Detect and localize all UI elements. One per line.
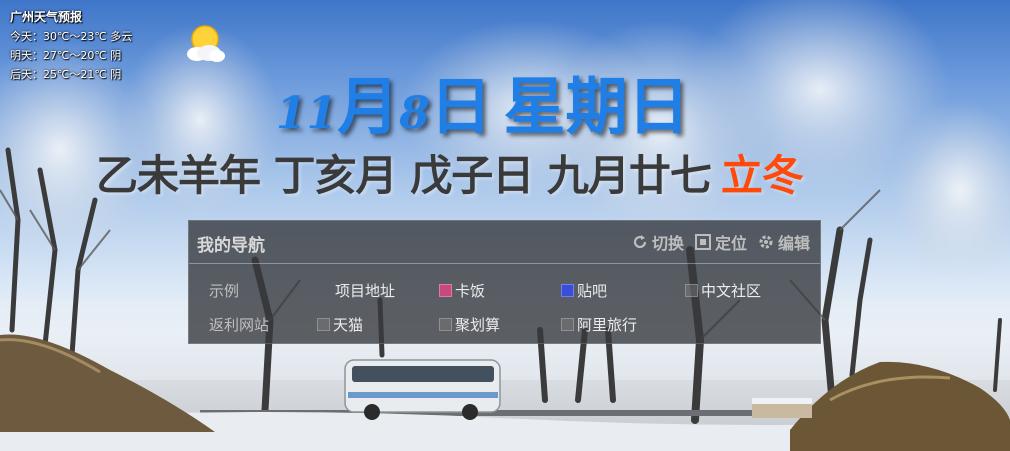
weather-widget: 广州天气预报 今天：30℃～23℃ 多云 明天：27℃～20℃ 阴 后天：25℃… (10, 8, 132, 84)
lunar-date: 乙未羊年 丁亥月 戊子日 九月廿七 立冬 (96, 142, 804, 203)
kafan-favicon-icon (439, 284, 452, 297)
gear-icon (757, 233, 775, 251)
link-community[interactable]: 中文社区 (685, 280, 761, 301)
juhuasuan-favicon-icon (439, 318, 452, 331)
link-juhuasuan[interactable]: 聚划算 (439, 314, 500, 335)
link-kafan[interactable]: 卡饭 (439, 280, 485, 301)
edit-button[interactable]: 编辑 (757, 230, 810, 254)
gregorian-date: 11月8日 星期日 (276, 56, 689, 143)
link-label: 贴吧 (577, 282, 608, 300)
solar-term: 立冬 (720, 151, 804, 200)
link-label: 卡饭 (455, 282, 486, 300)
community-favicon-icon (685, 284, 698, 297)
alitrip-favicon-icon (561, 318, 574, 331)
locate-label: 定位 (714, 234, 747, 253)
nav-toolbar: 切换 定位 编辑 (631, 230, 810, 254)
nav-row-examples: 示例 项目地址 卡饭 贴吧 中文社区 (189, 277, 820, 303)
day-number: 8 (399, 88, 430, 139)
tieba-favicon-icon (561, 284, 574, 297)
tmall-favicon-icon (317, 318, 330, 331)
link-label: 项目地址 (335, 282, 396, 300)
sun-cloud-icon (183, 22, 227, 64)
switch-label: 切换 (651, 234, 684, 253)
day-char: 日 (429, 70, 492, 143)
refresh-icon (631, 233, 649, 251)
weather-today: 今天：30℃～23℃ 多云 (10, 30, 133, 43)
lunar-date-text: 乙未羊年 丁亥月 戊子日 九月廿七 (96, 151, 712, 200)
nav-row-rebate: 返利网站 天猫 聚划算 阿里旅行 (189, 311, 820, 337)
my-navigation-panel: 我的导航 切换 定位 编辑 示例 项目地址 卡饭 贴吧 中文社区 返利网站 天猫… (188, 220, 821, 344)
locate-button[interactable]: 定位 (694, 230, 747, 254)
weather-city[interactable]: 广州天气预报 (10, 8, 132, 27)
link-tmall[interactable]: 天猫 (317, 314, 363, 335)
row-label: 示例 (209, 282, 240, 300)
link-alitrip[interactable]: 阿里旅行 (561, 314, 637, 335)
link-label: 阿里旅行 (577, 316, 638, 334)
edit-label: 编辑 (777, 234, 810, 253)
weekday: 星期日 (503, 70, 690, 143)
month-number: 11 (276, 88, 338, 139)
link-label: 中文社区 (701, 282, 762, 300)
link-tieba[interactable]: 贴吧 (561, 280, 607, 301)
row-label: 返利网站 (209, 316, 270, 334)
nav-header: 我的导航 切换 定位 编辑 (189, 221, 820, 264)
link-label: 聚划算 (455, 316, 501, 334)
month-char: 月 (337, 70, 400, 143)
link-project[interactable]: 项目地址 (335, 280, 395, 301)
weather-tomorrow: 明天：27℃～20℃ 阴 (10, 49, 122, 62)
weather-day-after: 后天：25℃～21℃ 阴 (10, 68, 122, 81)
nav-title: 我的导航 (197, 236, 265, 256)
switch-button[interactable]: 切换 (631, 230, 684, 254)
locate-icon (694, 233, 712, 251)
link-label: 天猫 (333, 316, 364, 334)
